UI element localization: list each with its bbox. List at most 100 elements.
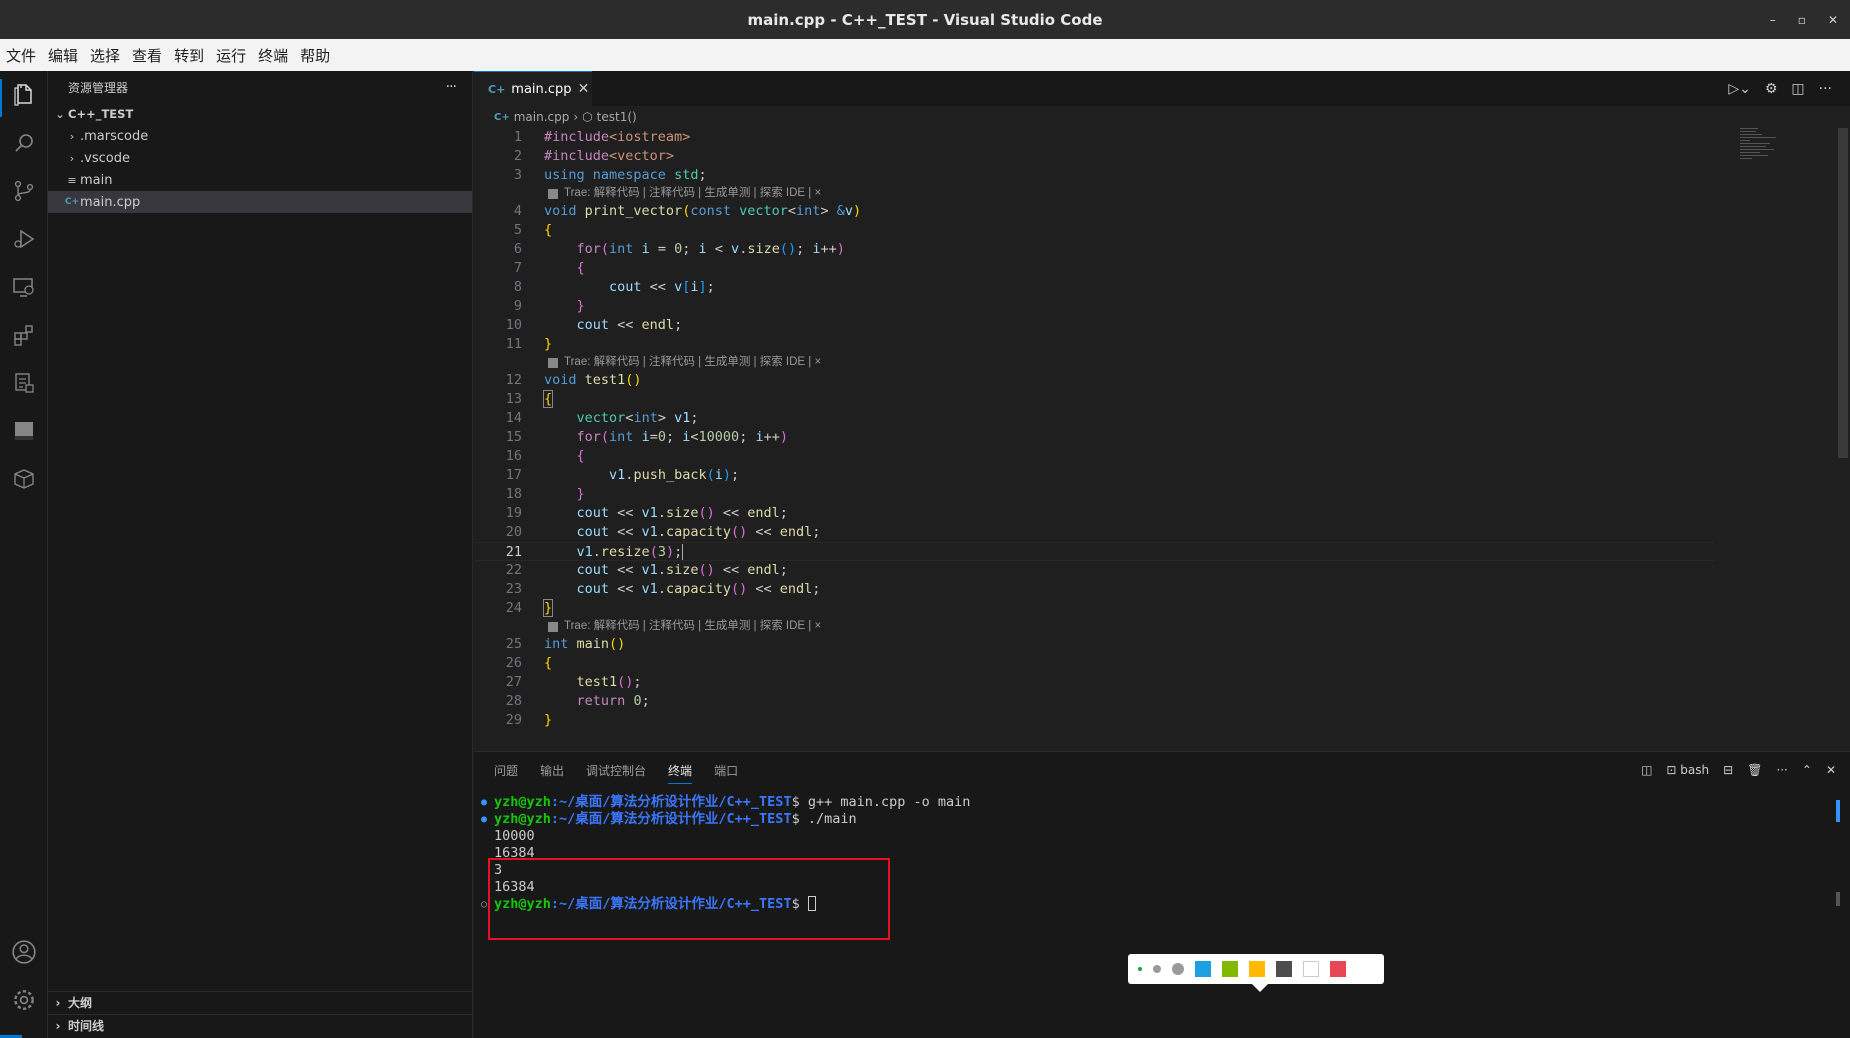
window-title-bar: main.cpp - C++_TEST - Visual Studio Code… bbox=[0, 0, 1850, 39]
terminal-scroll-marker bbox=[1836, 892, 1840, 906]
breadcrumb-file[interactable]: main.cpp bbox=[514, 110, 570, 124]
codelens[interactable]: Trae: 解释代码 | 注释代码 | 生成单测 | 探索 IDE | × bbox=[474, 354, 1814, 371]
color-swatch-red[interactable] bbox=[1330, 961, 1346, 977]
cpp-file-icon: C+ bbox=[488, 82, 506, 96]
line-number: 19 bbox=[505, 505, 522, 521]
terminal[interactable]: ● yzh@yzh:~/桌面/算法分析设计作业/C++_TEST $ g++ mai… bbox=[474, 794, 1814, 940]
panel-icon[interactable] bbox=[10, 417, 38, 445]
split-editor-icon[interactable]: ◫ bbox=[1791, 81, 1804, 97]
medium-dot-brush-icon[interactable] bbox=[1153, 965, 1161, 973]
line-number: 4 bbox=[513, 203, 522, 219]
cpp-file-icon: C+ bbox=[494, 111, 510, 123]
restore-button[interactable]: ▫ bbox=[1798, 13, 1806, 27]
tree-item-main[interactable]: ≡ main bbox=[48, 169, 472, 191]
symbol-method-icon: ⬡ bbox=[582, 110, 593, 124]
editor-scrollbar[interactable] bbox=[1836, 128, 1850, 748]
shell-name: bash bbox=[1680, 763, 1710, 777]
terminal-icon: ⊡ bbox=[1666, 763, 1677, 777]
large-dot-brush-icon[interactable] bbox=[1172, 963, 1184, 975]
menu-edit[interactable]: 编辑 bbox=[48, 45, 78, 66]
minimap[interactable] bbox=[1740, 128, 1780, 188]
tab-output[interactable]: 输出 bbox=[540, 762, 564, 779]
small-dot-brush-icon[interactable] bbox=[1138, 967, 1142, 971]
code-line: 20 cout << v1.capacity() << endl; bbox=[474, 523, 1814, 542]
project-folder[interactable]: ⌄ C++_TEST bbox=[48, 103, 472, 125]
close-window-button[interactable]: ✕ bbox=[1828, 13, 1838, 27]
split-terminal-icon[interactable]: ⊟ bbox=[1723, 763, 1733, 777]
trae-icon bbox=[548, 621, 558, 632]
active-indicator bbox=[0, 79, 2, 117]
tree-item-main-cpp[interactable]: C+ main.cpp bbox=[48, 191, 472, 213]
menu-help[interactable]: 帮助 bbox=[300, 45, 330, 66]
menu-file[interactable]: 文件 bbox=[6, 45, 36, 66]
menu-run[interactable]: 运行 bbox=[216, 45, 246, 66]
source-control-icon[interactable] bbox=[10, 177, 38, 205]
code-editor[interactable]: 1 #include<iostream> 2 #include<vector> 3u… bbox=[474, 128, 1814, 730]
tree-item-marscode[interactable]: › .marscode bbox=[48, 125, 472, 147]
bottom-panel: 问题 输出 调试控制台 终端 端口 ◫ ⊡ bash ⊟ 🗑 ··· ⌃ ✕ ●… bbox=[474, 751, 1850, 1038]
line-number: 13 bbox=[505, 391, 522, 407]
terminal-output: 10000 bbox=[494, 828, 535, 844]
testing-icon[interactable] bbox=[10, 369, 38, 397]
line-number: 8 bbox=[513, 279, 522, 295]
explorer-header: 资源管理器 ··· bbox=[48, 71, 472, 103]
tab-debug-console[interactable]: 调试控制台 bbox=[586, 762, 646, 779]
extensions-icon[interactable] bbox=[10, 321, 38, 349]
package-icon[interactable] bbox=[10, 465, 38, 493]
line-number: 28 bbox=[505, 693, 522, 709]
more-actions-icon[interactable]: ··· bbox=[1776, 763, 1787, 777]
explorer-more-button[interactable]: ··· bbox=[446, 79, 457, 95]
terminal-scrollbar[interactable] bbox=[1836, 800, 1840, 822]
tab-terminal[interactable]: 终端 bbox=[668, 762, 693, 784]
code-line: 14 vector<int> v1; bbox=[474, 409, 1814, 428]
timeline-section[interactable]: › 时间线 bbox=[48, 1014, 473, 1036]
close-panel-icon[interactable]: ✕ bbox=[1826, 763, 1836, 777]
trash-icon[interactable]: 🗑 bbox=[1747, 763, 1762, 777]
new-terminal-layout-icon[interactable]: ◫ bbox=[1641, 763, 1652, 777]
color-swatch-dark-gray[interactable] bbox=[1276, 961, 1292, 977]
maximize-panel-icon[interactable]: ⌃ bbox=[1802, 763, 1812, 777]
toolbar-pointer bbox=[1252, 984, 1268, 992]
scrollbar-thumb[interactable] bbox=[1838, 128, 1848, 458]
breadcrumb: C+ main.cpp › ⬡ test1() bbox=[474, 106, 1850, 128]
color-swatch-yellow[interactable] bbox=[1249, 961, 1265, 977]
search-icon[interactable] bbox=[10, 129, 38, 157]
tree-item-vscode[interactable]: › .vscode bbox=[48, 147, 472, 169]
menu-terminal[interactable]: 终端 bbox=[258, 45, 288, 66]
settings-gear-icon[interactable] bbox=[10, 986, 38, 1014]
close-tab-icon[interactable]: ✕ bbox=[578, 81, 590, 97]
code-line: 24} bbox=[474, 599, 1814, 618]
line-number: 21 bbox=[505, 544, 522, 560]
menu-selection[interactable]: 选择 bbox=[90, 45, 120, 66]
menu-view[interactable]: 查看 bbox=[132, 45, 162, 66]
account-icon[interactable] bbox=[10, 938, 38, 966]
code-line: 6 for(int i = 0; i < v.size(); i++) bbox=[474, 240, 1814, 259]
files-icon[interactable] bbox=[10, 81, 38, 109]
minimize-button[interactable]: – bbox=[1770, 13, 1776, 27]
color-swatch-blue[interactable] bbox=[1195, 961, 1211, 977]
timeline-label: 时间线 bbox=[68, 1019, 105, 1033]
tab-main-cpp[interactable]: C+ main.cpp ✕ bbox=[474, 71, 592, 106]
color-swatch-green[interactable] bbox=[1222, 961, 1238, 977]
line-number: 7 bbox=[513, 260, 522, 276]
codelens[interactable]: Trae: 解释代码 | 注释代码 | 生成单测 | 探索 IDE | × bbox=[474, 618, 1814, 635]
tab-problems[interactable]: 问题 bbox=[494, 762, 518, 779]
run-file-icon[interactable]: ▷⌄ bbox=[1728, 81, 1751, 97]
chevron-right-icon: › bbox=[55, 1018, 61, 1033]
more-actions-icon[interactable]: ··· bbox=[1819, 81, 1832, 97]
terminal-line: ● yzh@yzh:~/桌面/算法分析设计作业/C++_TEST $ g++ mai… bbox=[474, 794, 1814, 811]
run-debug-icon[interactable] bbox=[10, 225, 38, 253]
breadcrumb-symbol[interactable]: test1() bbox=[597, 110, 637, 124]
menu-go[interactable]: 转到 bbox=[174, 45, 204, 66]
line-number: 9 bbox=[513, 298, 522, 314]
project-name: C++_TEST bbox=[68, 107, 134, 121]
outline-section[interactable]: › 大纲 bbox=[48, 991, 473, 1013]
code-line: 7 { bbox=[474, 259, 1814, 278]
terminal-bash-tab[interactable]: ⊡ bash bbox=[1666, 763, 1709, 777]
codelens[interactable]: Trae: 解释代码 | 注释代码 | 生成单测 | 探索 IDE | × bbox=[474, 185, 1814, 202]
codelens-text: Trae: 解释代码 | 注释代码 | 生成单测 | 探索 IDE | × bbox=[564, 356, 822, 368]
color-swatch-white[interactable] bbox=[1303, 961, 1319, 977]
gear-icon[interactable]: ⚙ bbox=[1765, 81, 1778, 97]
tab-ports[interactable]: 端口 bbox=[714, 762, 738, 779]
remote-explorer-icon[interactable] bbox=[10, 273, 38, 301]
